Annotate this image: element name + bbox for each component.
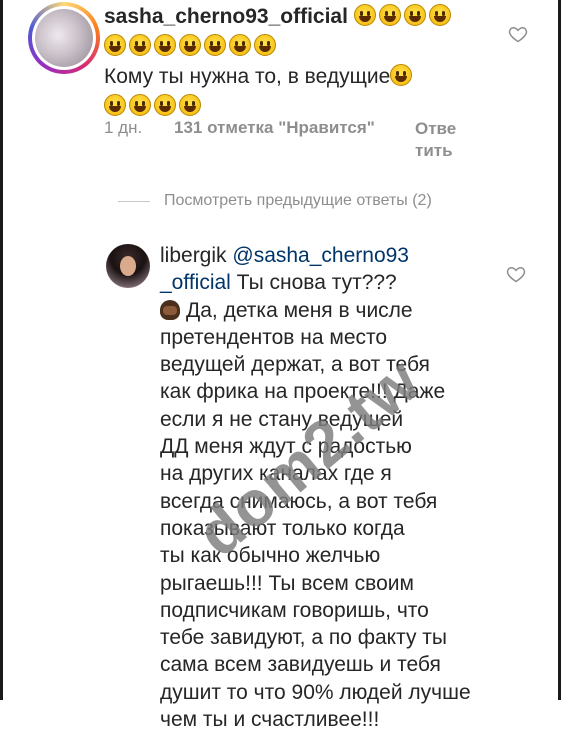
grinning-emoji (129, 94, 151, 116)
grinning-emoji (104, 94, 126, 116)
comment-meta: 1 дн. 131 отметка "Нравится" Отве тить (104, 118, 456, 160)
grinning-emoji (403, 4, 426, 26)
reply-line: подписчикам говоришь, что (160, 598, 429, 622)
comment-username[interactable]: sasha_cherno93_official (104, 5, 348, 28)
comment-body: sasha_cherno93_official Кому ты нужна то… (104, 2, 484, 122)
reply-button[interactable]: Отве тить (415, 118, 475, 162)
grinning-emoji (179, 94, 201, 116)
grinning-emoji (154, 94, 176, 116)
emoji-group (104, 94, 204, 118)
reply-line: как фрика на проекте!!! Даже (160, 380, 446, 404)
story-avatar[interactable] (28, 2, 100, 74)
grinning-emoji (378, 4, 401, 26)
facepalm-emoji (160, 299, 180, 320)
grinning-emoji (179, 34, 201, 56)
heart-icon[interactable] (506, 264, 526, 284)
reply-username[interactable]: libergik (160, 244, 227, 267)
comment-likes[interactable]: 131 отметка "Нравится" (174, 118, 414, 138)
reply-avatar[interactable] (106, 244, 150, 288)
view-previous-label: Посмотреть предыдущие ответы (2) (164, 192, 432, 209)
reply-line: всегда снимаюсь, а вот тебя (160, 489, 438, 513)
grinning-emoji (154, 34, 176, 56)
grinning-emoji (104, 34, 126, 56)
divider-line (118, 200, 150, 202)
reply-line: ведущей держат, а вот тебя (160, 353, 430, 377)
grinning-emoji (129, 34, 151, 56)
reply-line: ты как обычно желчью (160, 544, 381, 568)
grinning-emoji (390, 64, 413, 86)
grinning-emoji (229, 34, 251, 56)
grinning-emoji (353, 4, 376, 26)
heart-icon[interactable] (508, 24, 528, 44)
view-previous-replies[interactable]: Посмотреть предыдущие ответы (2) (118, 192, 432, 210)
reply-line: тебе завидуют, а по факту ты (160, 626, 448, 650)
reply-line: сама всем завидуешь и тебя (160, 653, 441, 677)
reply-line: если я не стану ведущей (160, 407, 404, 431)
avatar-photo (35, 9, 93, 67)
reply-line: рыгаешь!!! Ты всем своим (160, 571, 414, 595)
reply-line: Да, детка меня в числе (186, 298, 413, 322)
emoji-group (390, 64, 415, 88)
reply-line: Ты снова тут??? (236, 271, 397, 295)
reply-line: ДД меня ждут с радостью (160, 435, 412, 459)
grinning-emoji (204, 34, 226, 56)
grinning-emoji (254, 34, 276, 56)
grinning-emoji (428, 4, 451, 26)
reply-line: претендентов на место (160, 325, 388, 349)
comment-text: Кому ты нужна то, в ведущие (104, 65, 391, 88)
emoji-group (104, 34, 279, 58)
comment-time: 1 дн. (104, 118, 143, 137)
reply-body: libergik @sasha_cherno93 _official Ты сно… (160, 242, 490, 733)
reply-line: на других каналах где я (160, 462, 392, 486)
reply-line: чем ты и счастливее!!! (160, 708, 380, 732)
reply-line: показывают только когда (160, 516, 405, 540)
emoji-group (353, 4, 454, 28)
reply-line: душит то что 90% людей лучше (160, 680, 471, 704)
